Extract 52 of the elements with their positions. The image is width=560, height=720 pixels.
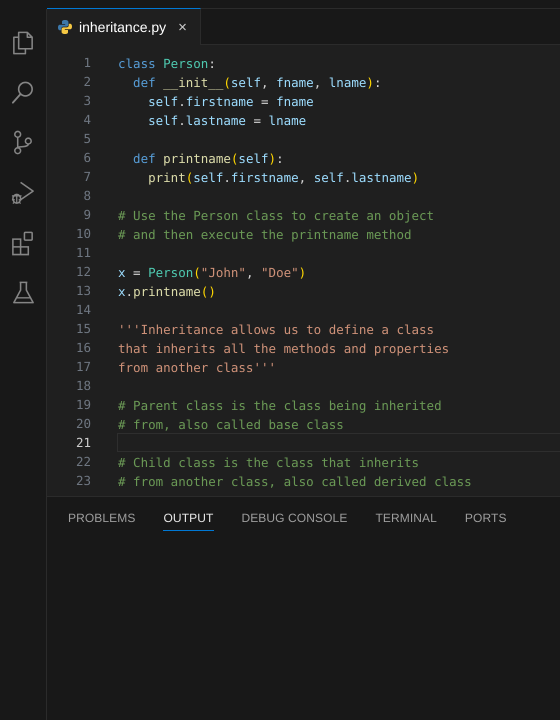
code-line: # from another class, also called derived class: [118, 474, 472, 489]
extensions-icon[interactable]: [10, 229, 36, 257]
file-tab[interactable]: inheritance.py ×: [47, 8, 201, 45]
line-number: 17: [74, 358, 91, 376]
line-number: 23: [74, 472, 91, 490]
code-line: that inherits all the methods and properties: [118, 341, 450, 356]
code-line: self.firstname = fname: [147, 94, 314, 109]
tab-label: inheritance.py: [79, 19, 166, 35]
code-line: x = Person("John", "Doe"): [118, 265, 306, 280]
line-number: 13: [74, 282, 91, 300]
line-number: 10: [74, 225, 91, 243]
code-line: from another class''': [118, 360, 276, 375]
python-icon: [57, 19, 73, 35]
code-line: def printname(self):: [132, 151, 284, 166]
panel-tab[interactable]: OUTPUT: [162, 509, 214, 531]
code-line: print(self.firstname, self.lastname): [147, 170, 420, 185]
line-number: 5: [82, 130, 91, 148]
line-number: 4: [82, 111, 91, 129]
line-number: 9: [82, 206, 91, 224]
line-number: 2: [82, 73, 91, 91]
panel-tab[interactable]: DEBUG CONSOLE: [240, 509, 348, 531]
code-line: self.lastname = lname: [147, 113, 306, 128]
code-line: '''Inheritance allows us to define a class: [118, 322, 434, 337]
code-line: # and then execute the printname method: [118, 227, 412, 242]
line-number: 12: [74, 263, 91, 281]
line-number: 11: [74, 244, 91, 262]
line-number: 3: [82, 92, 91, 110]
line-number: 18: [74, 377, 91, 395]
line-number: 1: [82, 54, 91, 72]
line-number: 16: [74, 339, 91, 357]
line-number: 6: [82, 149, 91, 167]
code-line: # Child class is the class that inherits: [118, 455, 420, 470]
run-debug-icon[interactable]: [10, 179, 36, 207]
close-button[interactable]: ×: [178, 18, 187, 36]
code-line: def __init__(self, fname, lname):: [132, 75, 382, 90]
code-line: x.printname(): [118, 284, 216, 299]
line-number: 14: [74, 301, 91, 319]
line-number: 8: [82, 187, 91, 205]
panel-tab[interactable]: PORTS: [464, 509, 508, 531]
panel-tab[interactable]: TERMINAL: [374, 509, 438, 531]
panel-tab[interactable]: PROBLEMS: [67, 509, 136, 531]
line-number: 15: [74, 320, 91, 338]
line-number: 21: [74, 434, 91, 452]
code-line: # Use the Person class to create an object: [118, 208, 434, 223]
code-line: # Parent class is the class being inherited: [118, 398, 442, 413]
line-number: 20: [74, 415, 91, 433]
line-number: 22: [74, 453, 91, 471]
code-line: class Person:: [118, 56, 216, 71]
line-number: 7: [82, 168, 91, 186]
line-number: 19: [74, 396, 91, 414]
code-line: # from, also called base class: [118, 417, 344, 432]
files-icon[interactable]: [10, 29, 36, 57]
